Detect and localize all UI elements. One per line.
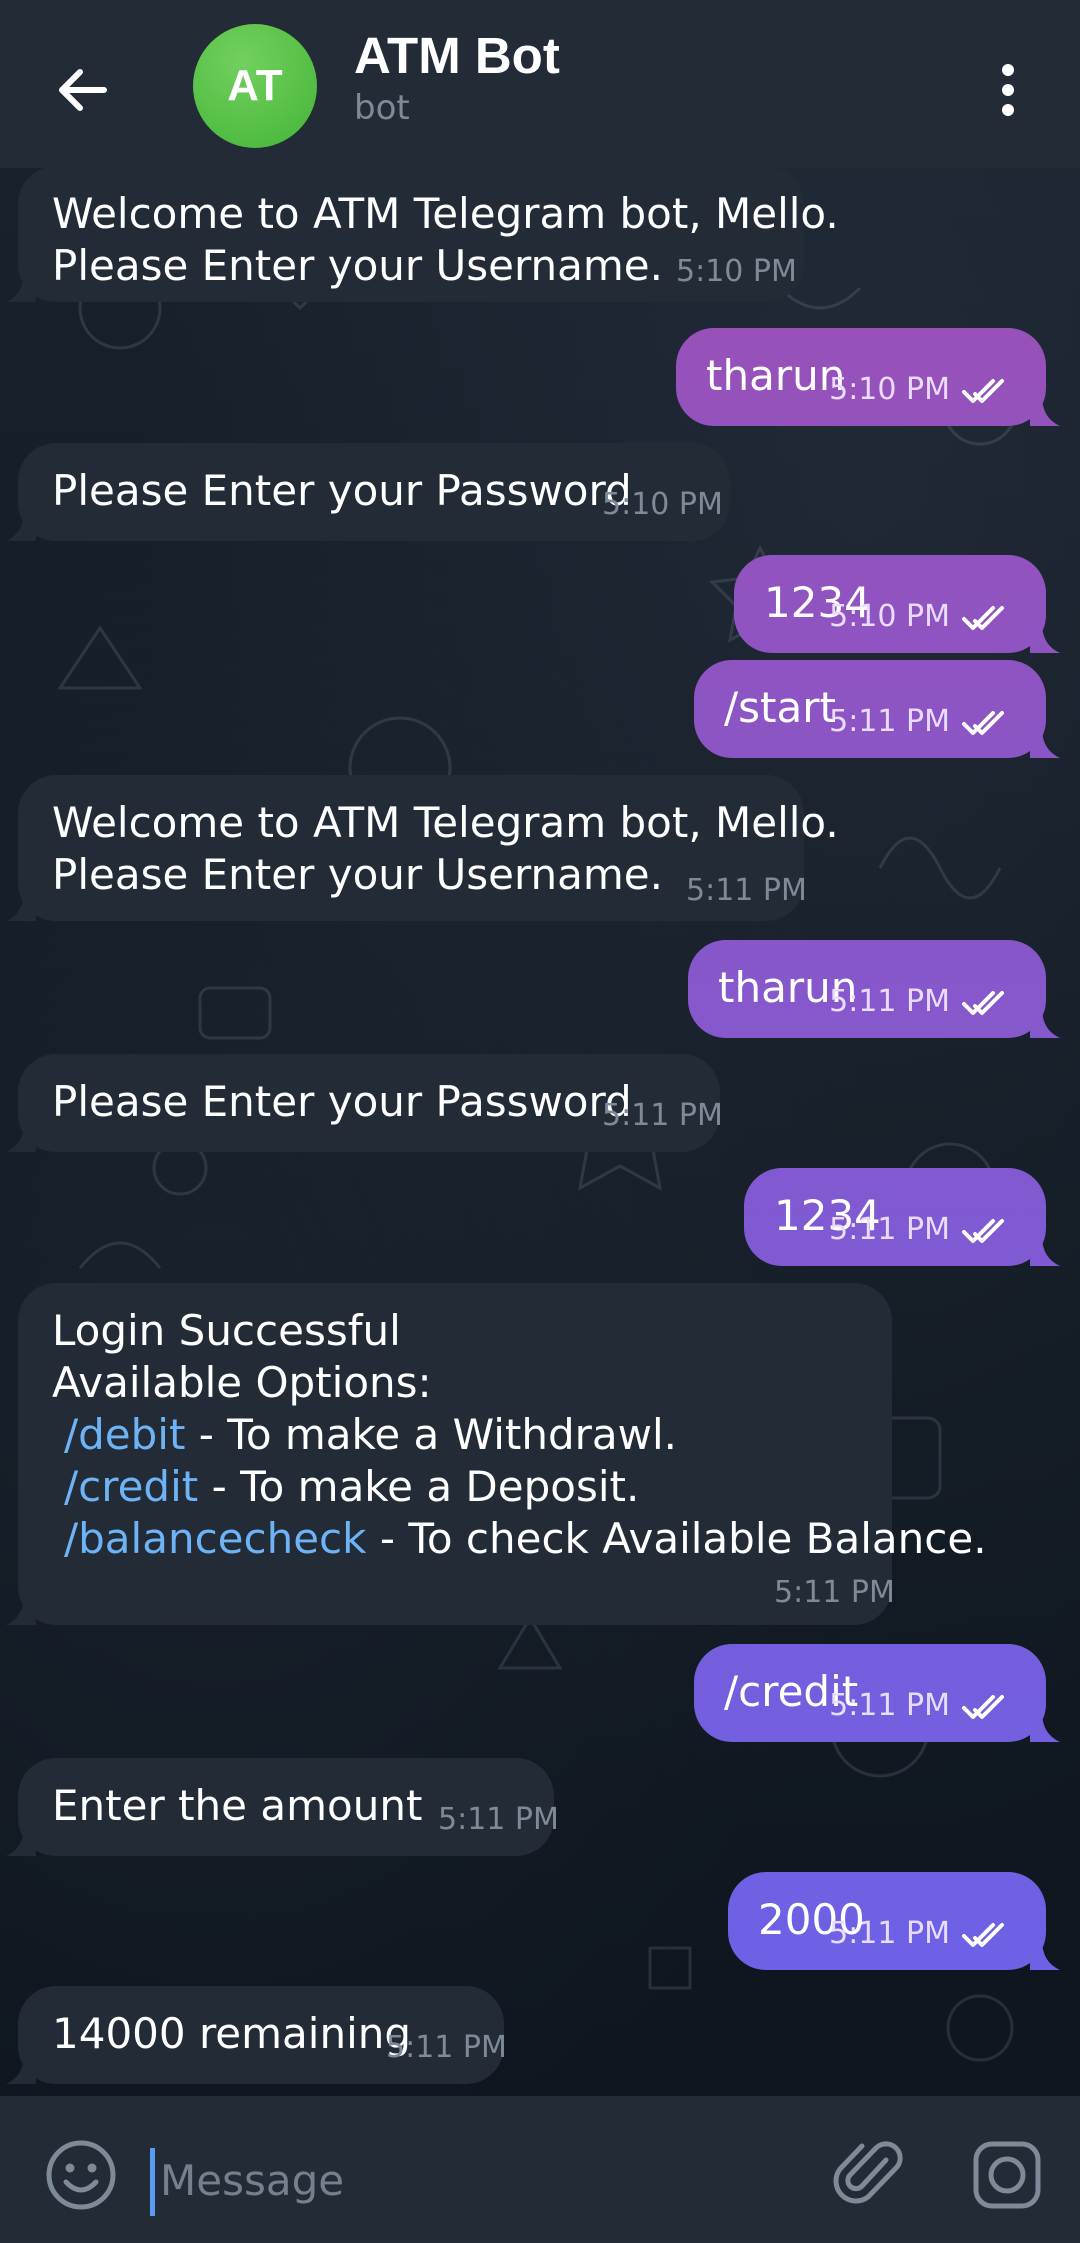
double-check-icon <box>962 711 1004 735</box>
double-check-icon <box>962 606 1004 630</box>
outgoing-message[interactable]: /credit 5:11 PM <box>694 1644 1060 1742</box>
attach-button[interactable] <box>830 2134 912 2216</box>
more-options-button[interactable] <box>976 52 1040 128</box>
double-check-icon <box>962 379 1004 403</box>
message-time: 5:10 PM <box>602 487 723 522</box>
bubble-tail <box>1030 1008 1060 1038</box>
message-time: 5:11 PM <box>829 1916 950 1951</box>
paperclip-icon <box>833 2141 903 2204</box>
command-link[interactable]: /balancecheck <box>64 1514 366 1563</box>
message-time: 5:11 PM <box>686 873 807 908</box>
incoming-message[interactable]: Please Enter your Password 5:10 PM <box>6 443 730 541</box>
camera-icon <box>973 2141 1041 2209</box>
message-time: 5:11 PM <box>774 1575 895 1610</box>
bubble-tail <box>1030 1940 1060 1970</box>
message-time: 5:11 PM <box>829 1688 950 1723</box>
emoji-button[interactable] <box>40 2134 122 2216</box>
option-line: /debit - To make a Withdrawl. <box>52 1409 987 1461</box>
bubble-tail <box>6 272 36 302</box>
message-time: 5:11 PM <box>386 2030 507 2065</box>
bubble-tail <box>6 2054 36 2084</box>
command-description: - To check Available Balance. <box>366 1514 987 1563</box>
message-text: tharun <box>706 351 846 400</box>
incoming-message[interactable]: Please Enter your Password 5:11 PM <box>6 1054 723 1152</box>
incoming-message[interactable]: 14000 remaining 5:11 PM <box>6 1986 507 2084</box>
double-check-icon <box>962 1219 1004 1243</box>
outgoing-message[interactable]: /start 5:11 PM <box>694 660 1060 758</box>
message-time: 5:11 PM <box>829 1212 950 1247</box>
chat-title[interactable]: ATM Bot <box>354 26 560 86</box>
message-text: 14000 remaining <box>52 2008 411 2060</box>
outgoing-message[interactable]: tharun 5:10 PM <box>676 328 1060 426</box>
bubble-tail <box>1030 728 1060 758</box>
message-list[interactable]: Welcome to ATM Telegram bot, Mello. Pleas… <box>0 168 1080 2096</box>
message-time: 5:11 PM <box>829 984 950 1019</box>
message-text: /start <box>724 683 836 732</box>
more-vertical-icon <box>1002 64 1014 116</box>
double-check-icon <box>962 991 1004 1015</box>
message-text: Please Enter your Password <box>52 1076 632 1128</box>
option-line: /credit - To make a Deposit. <box>52 1461 987 1513</box>
bubble-tail <box>6 891 36 921</box>
double-check-icon <box>962 1695 1004 1719</box>
message-text: Login Successful Available Options:/debit… <box>52 1305 987 1565</box>
camera-button[interactable] <box>966 2134 1048 2216</box>
incoming-message[interactable]: Login Successful Available Options:/debit… <box>6 1283 987 1625</box>
bubble-tail <box>1030 1236 1060 1266</box>
message-input[interactable] <box>160 2145 780 2215</box>
outgoing-message[interactable]: 1234 5:11 PM <box>744 1168 1060 1266</box>
option-line: /balancecheck - To check Available Balan… <box>52 1513 987 1565</box>
chat-header: AT ATM Bot bot <box>0 0 1080 168</box>
bubble-tail <box>1030 1712 1060 1742</box>
command-description: - To make a Withdrawl. <box>185 1410 678 1459</box>
message-time: 5:11 PM <box>602 1098 723 1133</box>
message-time: 5:11 PM <box>438 1802 559 1837</box>
bubble-tail <box>1030 623 1060 653</box>
smile-icon <box>46 2140 116 2210</box>
message-line: Please Enter your Password <box>52 1077 632 1126</box>
message-line: Please Enter your Password <box>52 466 632 515</box>
incoming-message[interactable]: Enter the amount 5:11 PM <box>6 1758 559 1856</box>
message-time: 5:10 PM <box>676 254 797 289</box>
message-line: 14000 remaining <box>52 2009 412 2058</box>
bubble-tail <box>1030 396 1060 426</box>
arrow-left-icon <box>59 69 107 111</box>
bubble-tail <box>6 511 36 541</box>
bubble-tail <box>6 1595 36 1625</box>
back-button[interactable] <box>44 52 120 128</box>
message-time: 5:11 PM <box>829 704 950 739</box>
message-text: Please Enter your Password <box>52 465 632 517</box>
double-check-icon <box>962 1923 1004 1947</box>
chat-subtitle: bot <box>354 88 410 128</box>
incoming-message[interactable]: Welcome to ATM Telegram bot, Mello. Pleas… <box>6 775 839 921</box>
message-line: Login Successful <box>52 1306 401 1355</box>
message-time: 5:10 PM <box>829 599 950 634</box>
avatar[interactable]: AT <box>193 24 317 148</box>
message-text: Enter the amount <box>52 1780 422 1832</box>
message-line: Available Options: <box>52 1358 432 1407</box>
command-link[interactable]: /debit <box>64 1410 185 1459</box>
message-line: Welcome to ATM Telegram bot, Mello. <box>52 189 839 238</box>
command-description: - To make a Deposit. <box>198 1462 640 1511</box>
bubble-tail <box>6 1826 36 1856</box>
bubble-tail <box>6 1122 36 1152</box>
text-cursor <box>150 2148 155 2216</box>
outgoing-message[interactable]: 2000 5:11 PM <box>728 1872 1060 1970</box>
outgoing-message[interactable]: tharun 5:11 PM <box>688 940 1060 1038</box>
message-line: Enter the amount <box>52 1781 423 1830</box>
incoming-message[interactable]: Welcome to ATM Telegram bot, Mello. Pleas… <box>6 168 839 302</box>
command-link[interactable]: /credit <box>64 1462 198 1511</box>
message-time: 5:10 PM <box>829 372 950 407</box>
outgoing-message[interactable]: 1234 5:10 PM <box>734 555 1060 653</box>
message-line: Welcome to ATM Telegram bot, Mello. <box>52 798 839 847</box>
